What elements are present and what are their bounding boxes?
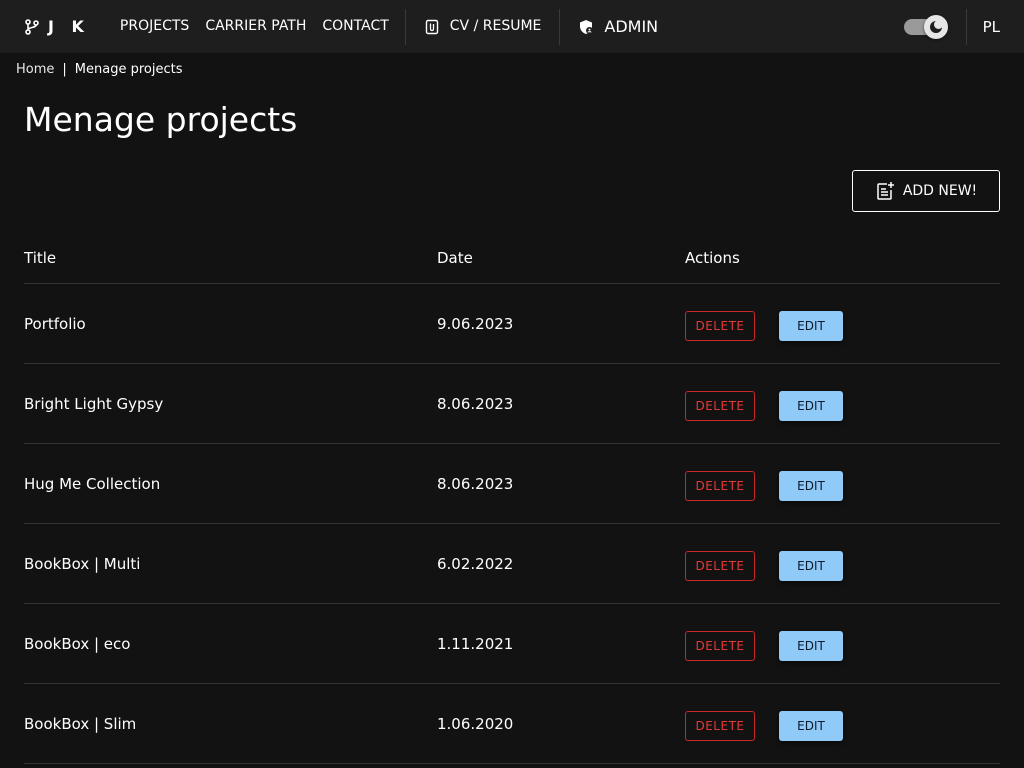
brand-text: J K bbox=[48, 17, 90, 36]
breadcrumb-current: Menage projects bbox=[74, 62, 183, 77]
table-row: BookBox | eco 1.11.2021 DELETE EDIT bbox=[24, 604, 1000, 684]
page-title: Menage projects bbox=[24, 100, 298, 139]
brand-logo[interactable]: J K bbox=[24, 17, 90, 36]
table-row: BookBox | Slim 1.06.2020 DELETE EDIT bbox=[24, 684, 1000, 764]
git-branch-icon bbox=[25, 18, 39, 35]
table-row: BookBox | Multi 6.02.2022 DELETE EDIT bbox=[24, 524, 1000, 604]
delete-button[interactable]: DELETE bbox=[685, 470, 755, 501]
delete-button[interactable]: DELETE bbox=[685, 630, 755, 661]
dark-mode-icon bbox=[929, 19, 943, 33]
row-date: 8.06.2023 bbox=[437, 474, 514, 493]
nav-projects[interactable]: PROJECTS bbox=[112, 0, 197, 53]
edit-button[interactable]: EDIT bbox=[779, 390, 843, 421]
header-actions: Actions bbox=[685, 248, 740, 267]
top-navbar: J K PROJECTS CARRIER PATH CONTACT CV / R… bbox=[0, 0, 1024, 53]
row-title: BookBox | eco bbox=[24, 634, 131, 653]
language-switch[interactable]: PL bbox=[967, 18, 1024, 36]
table-row: Hug Me Collection 8.06.2023 DELETE EDIT bbox=[24, 444, 1000, 524]
nav-contact[interactable]: CONTACT bbox=[314, 0, 396, 53]
nav-admin-label: ADMIN bbox=[604, 17, 659, 36]
row-title: BookBox | Multi bbox=[24, 554, 141, 573]
row-title: Portfolio bbox=[24, 314, 86, 333]
breadcrumb: Home | Menage projects bbox=[16, 62, 182, 77]
delete-button[interactable]: DELETE bbox=[685, 390, 755, 421]
edit-button[interactable]: EDIT bbox=[779, 630, 843, 661]
projects-table: Title Date Actions Portfolio 9.06.2023 D… bbox=[24, 232, 1000, 764]
table-header: Title Date Actions bbox=[24, 232, 1000, 284]
nav-carrier-path[interactable]: CARRIER PATH bbox=[197, 0, 314, 53]
nav-cv-label: CV / RESUME bbox=[449, 18, 542, 34]
breadcrumb-separator: | bbox=[62, 62, 67, 77]
edit-button[interactable]: EDIT bbox=[779, 550, 843, 581]
header-date: Date bbox=[437, 248, 473, 267]
row-title: Hug Me Collection bbox=[24, 474, 161, 493]
breadcrumb-home[interactable]: Home bbox=[16, 62, 54, 77]
paperclip-document-icon bbox=[425, 19, 438, 34]
edit-button[interactable]: EDIT bbox=[779, 710, 843, 741]
add-new-button[interactable]: ADD NEW! bbox=[852, 170, 1000, 212]
delete-button[interactable]: DELETE bbox=[685, 710, 755, 741]
row-title: BookBox | Slim bbox=[24, 714, 137, 733]
row-date: 6.02.2022 bbox=[437, 554, 514, 573]
row-date: 9.06.2023 bbox=[437, 314, 514, 333]
toggle-thumb bbox=[923, 14, 948, 39]
add-new-label: ADD NEW! bbox=[902, 183, 978, 199]
nav-admin[interactable]: ADMIN bbox=[568, 0, 668, 53]
nav-divider bbox=[404, 8, 406, 45]
theme-toggle[interactable] bbox=[903, 14, 948, 39]
row-date: 1.06.2020 bbox=[437, 714, 514, 733]
note-add-icon bbox=[877, 182, 894, 200]
header-title: Title bbox=[24, 248, 57, 267]
nav-cv-resume[interactable]: CV / RESUME bbox=[414, 0, 552, 53]
admin-shield-icon bbox=[580, 19, 594, 34]
edit-button[interactable]: EDIT bbox=[779, 310, 843, 341]
edit-button[interactable]: EDIT bbox=[779, 470, 843, 501]
row-date: 1.11.2021 bbox=[437, 634, 514, 653]
delete-button[interactable]: DELETE bbox=[685, 310, 755, 341]
table-row: Bright Light Gypsy 8.06.2023 DELETE EDIT bbox=[24, 364, 1000, 444]
nav-divider bbox=[559, 8, 561, 45]
row-title: Bright Light Gypsy bbox=[24, 394, 164, 413]
table-row: Portfolio 9.06.2023 DELETE EDIT bbox=[24, 284, 1000, 364]
row-date: 8.06.2023 bbox=[437, 394, 514, 413]
delete-button[interactable]: DELETE bbox=[685, 550, 755, 581]
